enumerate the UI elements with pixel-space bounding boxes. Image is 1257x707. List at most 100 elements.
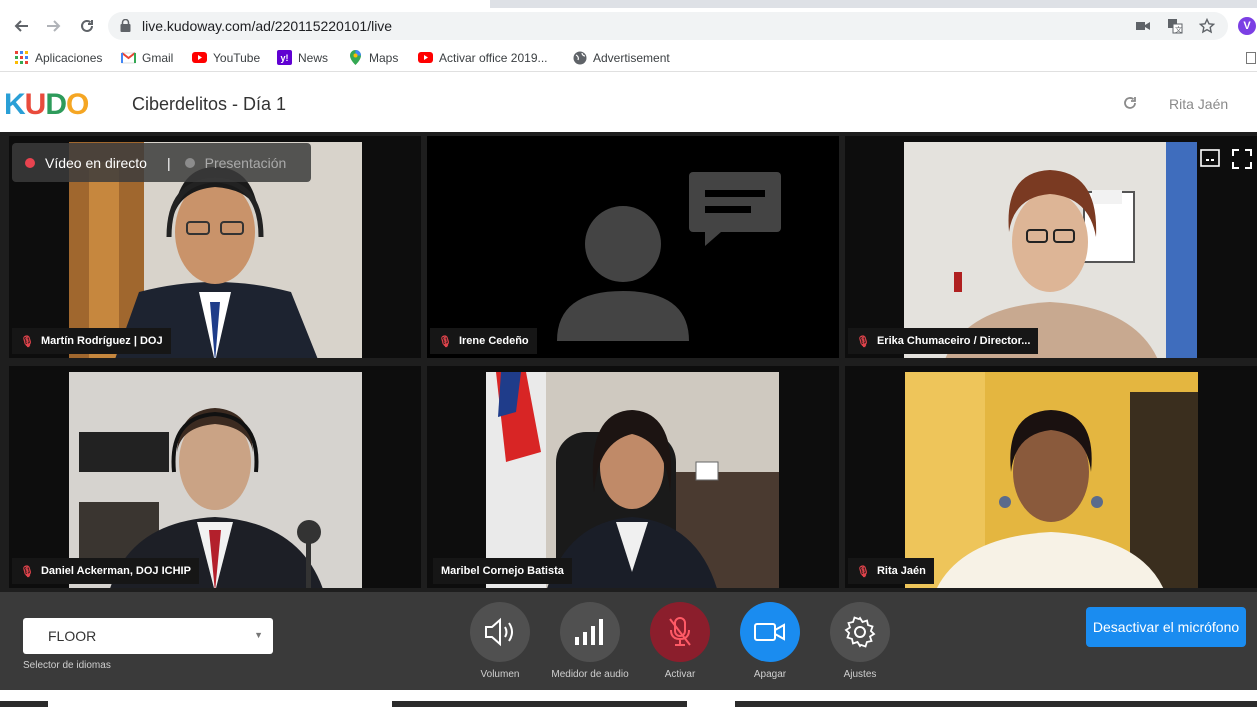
browser-tab-strip [0, 0, 1257, 8]
participant-name: Rita Jaén [876, 565, 926, 577]
picture-in-picture-icon[interactable] [1200, 149, 1220, 172]
bookmarks-bar: Aplicaciones Gmail YouTube y! News Maps … [0, 44, 1257, 72]
translate-icon[interactable]: 文 [1166, 17, 1184, 35]
mic-muted-icon: 🎙︎ [856, 335, 870, 348]
video-camera-icon[interactable] [740, 602, 800, 662]
globe-icon [572, 50, 587, 65]
mic-muted-icon: 🎙︎ [438, 335, 452, 348]
audio-meter-label: Medidor de audio [551, 669, 629, 680]
camera-control[interactable]: Apagar [730, 602, 810, 680]
avatar-placeholder [427, 136, 839, 358]
apps-grid-icon [14, 50, 29, 65]
speaker-icon[interactable] [470, 602, 530, 662]
active-browser-tab[interactable] [0, 0, 490, 8]
participant-name: Irene Cedeño [458, 335, 529, 347]
refresh-icon[interactable] [1122, 95, 1138, 116]
live-video-option[interactable]: Vídeo en directo [12, 155, 147, 171]
control-bar: FLOOR ▼ Selector de idiomas Volumen Medi… [0, 592, 1257, 690]
participant-tile: 🎙︎ Irene Cedeño [427, 136, 839, 358]
kudo-logo: K U D O [4, 88, 89, 122]
url-text: live.kudoway.com/ad/220115220101/live [142, 18, 393, 34]
volume-label: Volumen [480, 669, 520, 680]
mic-muted-icon: 🎙︎ [20, 335, 34, 348]
bookmark-label: Maps [369, 50, 399, 65]
forward-arrow-icon[interactable] [42, 14, 66, 38]
activate-label: Activar [664, 669, 696, 680]
taskbar-segment [0, 701, 48, 707]
maps-pin-icon [348, 50, 363, 65]
bookmark-label: Activar office 2019... [439, 50, 548, 65]
stream-switch[interactable]: Vídeo en directo | Presentación [12, 143, 311, 182]
activate-control[interactable]: Activar [640, 602, 720, 680]
participant-name: Daniel Ackerman, DOJ ICHIP [40, 565, 191, 577]
signal-bars-icon[interactable] [560, 602, 620, 662]
reading-list-icon[interactable] [1246, 52, 1256, 64]
volume-control[interactable]: Volumen [460, 602, 540, 680]
mic-muted-icon: 🎙︎ [20, 565, 34, 578]
disable-microphone-button[interactable]: Desactivar el micrófono [1086, 607, 1246, 647]
camera-blocked-icon[interactable] [1134, 17, 1152, 35]
bookmark-label: Gmail [142, 50, 174, 65]
fullscreen-icon[interactable] [1232, 149, 1252, 174]
bookmark-aplicaciones[interactable]: Aplicaciones [14, 50, 102, 65]
language-value: FLOOR [48, 628, 97, 644]
participant-video [904, 142, 1197, 358]
bookmark-label: Aplicaciones [35, 50, 103, 65]
participant-name: Martín Rodríguez | DOJ [40, 335, 163, 347]
bookmark-youtube[interactable]: YouTube [192, 50, 260, 65]
extension-icon[interactable]: V [1238, 17, 1256, 35]
presentation-label: Presentación [204, 154, 287, 171]
svg-text:文: 文 [1175, 25, 1182, 34]
bookmark-label: YouTube [213, 50, 261, 65]
participant-name: Maribel Cornejo Batista [441, 565, 564, 577]
bookmark-label: Advertisement [593, 50, 670, 65]
settings-control[interactable]: Ajustes [820, 602, 900, 680]
youtube-icon [192, 50, 207, 65]
logo-letter: D [45, 88, 67, 121]
presentation-option[interactable]: Presentación [184, 154, 287, 171]
logo-letter: O [66, 88, 89, 121]
bookmark-news[interactable]: y! News [277, 50, 328, 65]
bookmark-star-icon[interactable] [1198, 17, 1216, 35]
participant-name-tag: 🎙︎ Rita Jaén [848, 558, 934, 584]
settings-label: Ajustes [843, 669, 877, 680]
back-arrow-icon[interactable] [9, 14, 33, 38]
camera-label: Apagar [753, 669, 787, 680]
bookmark-gmail[interactable]: Gmail [121, 50, 173, 65]
participant-name: Erika Chumaceiro / Director... [876, 335, 1031, 347]
lock-icon [120, 18, 131, 37]
taskbar-segment [392, 701, 687, 707]
participant-name-tag: Maribel Cornejo Batista [433, 558, 572, 584]
participant-tile: 🎙︎ Erika Chumaceiro / Director... [845, 136, 1257, 358]
bookmark-activar-office[interactable]: Activar office 2019... [418, 50, 548, 65]
participant-tile: 🎙︎ Daniel Ackerman, DOJ ICHIP [9, 366, 421, 588]
participant-name-tag: 🎙︎ Irene Cedeño [430, 328, 537, 354]
audio-meter-control[interactable]: Medidor de audio [550, 602, 630, 680]
app-header: K U D O Ciberdelitos - Día 1 Rita Jaén [0, 77, 1257, 132]
reload-icon[interactable] [75, 14, 99, 38]
live-dot-icon [25, 157, 35, 168]
bookmark-maps[interactable]: Maps [348, 50, 398, 65]
mic-off-icon[interactable] [650, 602, 710, 662]
logo-letter: U [24, 88, 47, 121]
presentation-dot-icon [184, 157, 195, 168]
chevron-down-icon: ▼ [254, 630, 263, 640]
bookmark-label: News [298, 50, 329, 65]
video-grid: 🎙︎ Martín Rodríguez | DOJ 🎙︎ Irene Cedeñ… [0, 132, 1257, 592]
bookmark-advertisement[interactable]: Advertisement [572, 50, 670, 65]
youtube-icon [418, 50, 433, 65]
user-name[interactable]: Rita Jaén [1169, 96, 1228, 112]
gmail-icon [121, 50, 136, 65]
participant-name-tag: 🎙︎ Daniel Ackerman, DOJ ICHIP [12, 558, 199, 584]
participant-tile: Maribel Cornejo Batista [427, 366, 839, 588]
browser-toolbar: live.kudoway.com/ad/220115220101/live 文 … [0, 8, 1257, 44]
page-title: Ciberdelitos - Día 1 [132, 94, 287, 114]
address-bar[interactable]: live.kudoway.com/ad/220115220101/live 文 [108, 12, 1228, 40]
participant-name-tag: 🎙︎ Martín Rodríguez | DOJ [12, 328, 171, 354]
language-select[interactable]: FLOOR ▼ [23, 618, 273, 654]
taskbar-segment [735, 701, 1257, 707]
language-caption: Selector de idiomas [23, 660, 111, 671]
mic-muted-icon: 🎙︎ [856, 565, 870, 578]
participant-tile: 🎙︎ Rita Jaén [845, 366, 1257, 588]
gear-icon[interactable] [830, 602, 890, 662]
